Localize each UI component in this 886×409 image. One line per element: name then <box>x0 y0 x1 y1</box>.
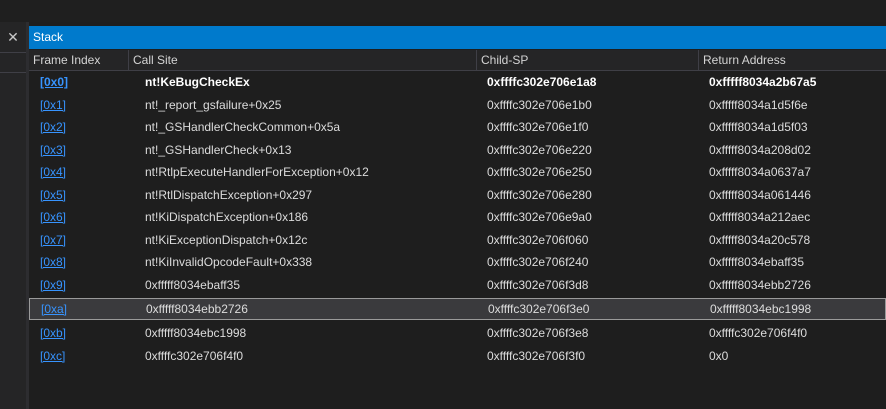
return-address: 0xfffff8034a208d02 <box>709 142 811 157</box>
frame-index-link[interactable]: [0x9] <box>40 274 66 296</box>
return-address: 0xfffff8034a20c578 <box>709 232 811 247</box>
table-row[interactable]: [0x3] nt!_GSHandlerCheck+0x13 0xffffc302… <box>29 139 886 161</box>
child-sp: 0xffffc302e706f240 <box>487 255 589 269</box>
child-sp: 0xffffc302e706e1a8 <box>487 75 597 89</box>
child-sp: 0xffffc302e706e250 <box>487 165 592 179</box>
frame-index-link[interactable]: [0xc] <box>40 345 65 367</box>
call-site: nt!RtlpExecuteHandlerForException+0x12 <box>145 165 369 179</box>
frame-index-link[interactable]: [0x6] <box>40 206 66 228</box>
return-address: 0xfffff8034a1d5f6e <box>709 97 808 112</box>
header-return-address[interactable]: Return Address <box>699 50 886 70</box>
table-row[interactable]: [0x7] nt!KiExceptionDispatch+0x12c 0xfff… <box>29 229 886 251</box>
header-call-site[interactable]: Call Site <box>129 50 477 70</box>
child-sp: 0xffffc302e706f060 <box>487 232 589 247</box>
child-sp: 0xffffc302e706e1f0 <box>487 120 589 134</box>
call-site: 0xfffff8034ebaff35 <box>145 277 240 292</box>
panel-title: Stack <box>29 26 886 49</box>
child-sp: 0xffffc302e706e280 <box>487 187 592 202</box>
table-row-selected[interactable]: [0xa] 0xfffff8034ebb2726 0xffffc302e706f… <box>29 298 886 320</box>
table-row[interactable]: [0x0] nt!KeBugCheckEx 0xffffc302e706e1a8… <box>29 71 886 93</box>
table-row[interactable]: [0xc] 0xffffc302e706f4f0 0xffffc302e706f… <box>29 345 886 367</box>
divider <box>0 52 26 53</box>
call-site: nt!_report_gsfailure+0x25 <box>145 97 282 112</box>
call-site: nt!_GSHandlerCheckCommon+0x5a <box>145 120 341 134</box>
return-address: 0xfffff8034ebc1998 <box>710 302 812 316</box>
frame-index-link[interactable]: [0x3] <box>40 139 66 161</box>
close-icon[interactable]: ✕ <box>0 26 26 48</box>
return-address: 0xfffff8034a1d5f03 <box>709 120 808 134</box>
table-row[interactable]: [0x6] nt!KiDispatchException+0x186 0xfff… <box>29 206 886 228</box>
return-address: 0x0 <box>709 348 729 363</box>
call-site: nt!KeBugCheckEx <box>145 75 250 89</box>
header-child-sp[interactable]: Child-SP <box>477 50 699 70</box>
child-sp: 0xffffc302e706f3d8 <box>487 277 589 292</box>
frame-index-link[interactable]: [0xa] <box>41 298 67 320</box>
table-row[interactable]: [0x9] 0xfffff8034ebaff35 0xffffc302e706f… <box>29 274 886 296</box>
frame-index-link[interactable]: [0x4] <box>40 161 66 183</box>
child-sp: 0xffffc302e706e9a0 <box>487 210 592 224</box>
frame-index-link[interactable]: [0xb] <box>40 322 66 344</box>
frame-index-link[interactable]: [0x5] <box>40 184 66 206</box>
header-frame-index[interactable]: Frame Index <box>29 50 129 70</box>
call-site: 0xffffc302e706f4f0 <box>145 348 244 363</box>
call-site: 0xfffff8034ebb2726 <box>146 302 248 316</box>
return-address: 0xfffff8034ebb2726 <box>709 277 811 292</box>
return-address: 0xfffff8034ebaff35 <box>709 255 804 269</box>
child-sp: 0xffffc302e706f3e8 <box>487 326 589 340</box>
frame-index-link[interactable]: [0x0] <box>40 71 68 93</box>
child-sp: 0xffffc302e706e1b0 <box>487 97 592 112</box>
column-headers: Frame Index Call Site Child-SP Return Ad… <box>29 50 886 71</box>
left-pane: ✕ <box>0 22 26 409</box>
table-row[interactable]: [0xb] 0xfffff8034ebc1998 0xffffc302e706f… <box>29 322 886 344</box>
call-site: nt!KiInvalidOpcodeFault+0x338 <box>145 255 313 269</box>
call-site: 0xfffff8034ebc1998 <box>145 326 247 340</box>
call-site: nt!KiDispatchException+0x186 <box>145 210 309 224</box>
return-address: 0xfffff8034a061446 <box>709 187 811 202</box>
top-bar <box>0 0 886 22</box>
table-row[interactable]: [0x1] nt!_report_gsfailure+0x25 0xffffc3… <box>29 94 886 116</box>
frame-index-link[interactable]: [0x1] <box>40 94 66 116</box>
child-sp: 0xffffc302e706e220 <box>487 142 592 157</box>
child-sp: 0xffffc302e706f3f0 <box>487 348 586 363</box>
table-row[interactable]: [0x8] nt!KiInvalidOpcodeFault+0x338 0xff… <box>29 251 886 273</box>
call-site: nt!_GSHandlerCheck+0x13 <box>145 142 292 157</box>
frame-index-link[interactable]: [0x7] <box>40 229 66 251</box>
call-site: nt!RtlDispatchException+0x297 <box>145 187 313 202</box>
table-row[interactable]: [0x5] nt!RtlDispatchException+0x297 0xff… <box>29 184 886 206</box>
return-address: 0xfffff8034a2b67a5 <box>709 75 817 89</box>
return-address: 0xfffff8034a212aec <box>709 210 811 224</box>
frame-index-link[interactable]: [0x2] <box>40 116 66 138</box>
frame-index-link[interactable]: [0x8] <box>40 251 66 273</box>
table-row[interactable]: [0x4] nt!RtlpExecuteHandlerForException+… <box>29 161 886 183</box>
table-row[interactable]: [0x2] nt!_GSHandlerCheckCommon+0x5a 0xff… <box>29 116 886 138</box>
stack-panel: Stack Frame Index Call Site Child-SP Ret… <box>29 22 886 409</box>
return-address: 0xffffc302e706f4f0 <box>709 326 808 340</box>
call-site: nt!KiExceptionDispatch+0x12c <box>145 232 308 247</box>
divider <box>0 72 26 73</box>
child-sp: 0xffffc302e706f3e0 <box>488 302 590 316</box>
return-address: 0xfffff8034a0637a7 <box>709 165 811 179</box>
